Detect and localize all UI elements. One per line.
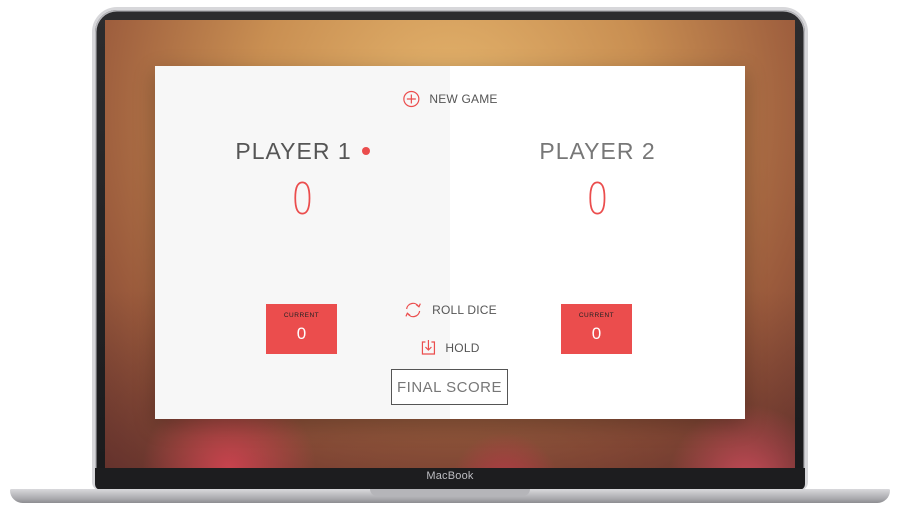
player-1-current-box: CURRENT 0 [266,304,337,354]
player-1-current-score: 0 [296,324,307,343]
player-2-panel: PLAYER 2 0 CURRENT 0 [450,66,745,419]
download-box-icon [420,339,436,356]
roll-dice-button[interactable]: ROLL DICE [403,301,497,319]
player-2-name: PLAYER 2 [539,138,656,164]
player-2-current-box: CURRENT 0 [561,304,632,354]
player-1-current-label: CURRENT [283,312,320,319]
player-1-panel: PLAYER 1 0 CURRENT 0 [155,66,450,419]
player-2-current-label: CURRENT [578,312,615,319]
hold-label: HOLD [445,340,480,355]
player-2-score: 0 [586,174,609,225]
plus-circle-icon [402,90,420,108]
roll-dice-label: ROLL DICE [432,303,497,317]
new-game-label: NEW GAME [429,92,498,106]
player-1-score: 0 [291,174,314,225]
new-game-button[interactable]: NEW GAME [402,90,497,108]
game-panel: PLAYER 1 0 CURRENT 0 PLAYER 2 0 CURRENT … [155,66,745,419]
refresh-icon [403,301,423,319]
active-player-dot-icon [361,146,370,155]
laptop-notch [370,489,530,496]
player-1-name-row: PLAYER 1 [155,138,450,165]
player-2-current-score: 0 [591,324,602,343]
brand-label: MacBook [426,470,474,482]
player-1-name: PLAYER 1 [235,138,352,164]
final-score-input[interactable] [391,369,508,405]
hold-button[interactable]: HOLD [420,339,479,356]
